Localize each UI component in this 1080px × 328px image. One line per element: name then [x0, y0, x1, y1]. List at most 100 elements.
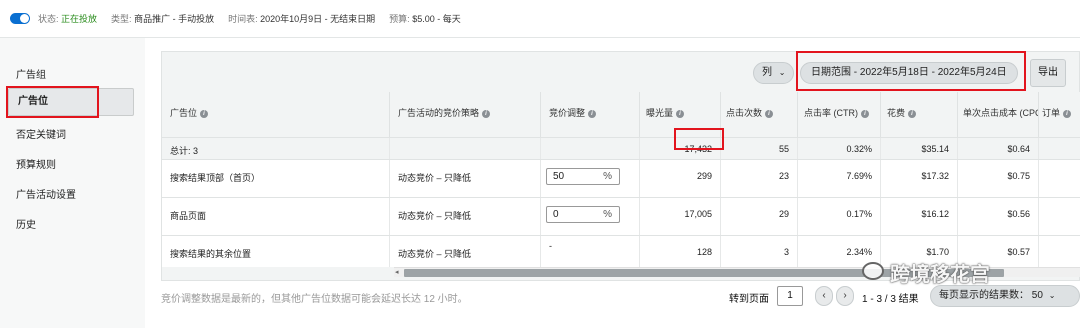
total-spend: $35.14 — [921, 144, 949, 154]
header-clicks-label: 点击次数 — [726, 108, 763, 118]
highlight-box-impressions — [674, 128, 724, 150]
chevron-right-icon: › — [843, 290, 847, 301]
info-icon: i — [200, 110, 209, 118]
highlight-box-date-range — [796, 51, 1026, 91]
campaign-toggle[interactable] — [10, 13, 30, 24]
strategy-cell: 动态竞价 – 只降低 — [390, 160, 541, 197]
impressions-value: 128 — [696, 247, 712, 257]
schedule-meta: 时间表: 2020年10月9日 - 无结束日期 — [228, 12, 375, 25]
chevron-down-icon: ⌄ — [1048, 291, 1056, 300]
bid-adjustment-cell: 0% — [541, 198, 640, 235]
header-cpc[interactable]: 单次点击成本 (CPC) — [958, 92, 1039, 137]
spend-value: $17.32 — [921, 171, 949, 181]
sidebar-item-ad-groups[interactable]: 广告组 — [16, 66, 46, 81]
schedule-key: 时间表: — [228, 14, 258, 24]
scroll-left-icon[interactable]: ◂ — [395, 268, 399, 276]
columns-button[interactable]: 列 ⌄ — [753, 62, 795, 84]
total-clicks-cell: 55 — [721, 138, 798, 159]
results-range: 1 - 3 / 3 结果 — [862, 294, 919, 305]
strategy-value: 动态竞价 – 只降低 — [398, 173, 472, 183]
header-bid-adjustment-label: 竞价调整 — [549, 108, 586, 118]
info-icon: i — [861, 110, 869, 118]
placement-cell: 商品页面 — [162, 198, 390, 235]
cpc-value: $0.57 — [1007, 247, 1030, 257]
table-row: 商品页面 动态竞价 – 只降低 0% 17,005 29 0.17% $16.1… — [162, 197, 1080, 235]
info-icon: i — [765, 110, 774, 118]
total-label-cell: 总计: 3 — [162, 138, 390, 159]
info-icon: i — [588, 110, 597, 118]
header-placement-label: 广告位 — [170, 108, 198, 118]
sidebar-item-budget-rules[interactable]: 预算规则 — [16, 156, 56, 171]
cpc-cell: $0.56 — [958, 198, 1039, 235]
goto-page-label: 转到页面 — [729, 294, 769, 305]
toggle-knob — [20, 14, 29, 23]
export-button[interactable]: 导出 — [1030, 59, 1066, 87]
header-bid-strategy[interactable]: 广告活动的竞价策略 i — [390, 92, 541, 137]
bid-adjustment-cell: - — [541, 236, 640, 267]
next-page-button[interactable]: › — [836, 286, 854, 306]
ctr-cell: 7.69% — [798, 160, 881, 197]
clicks-cell: 23 — [721, 160, 798, 197]
wechat-icon — [862, 262, 884, 280]
strategy-value: 动态竞价 – 只降低 — [398, 211, 472, 221]
status-meta: 状态: 正在投放 — [38, 12, 97, 25]
bid-adjustment-value: - — [549, 241, 552, 251]
spend-value: $16.12 — [921, 209, 949, 219]
schedule-value: 2020年10月9日 - 无结束日期 — [260, 14, 376, 24]
results-per-page-select[interactable]: 每页显示的结果数： 50 ⌄ — [930, 285, 1080, 307]
info-icon: i — [1063, 110, 1072, 118]
chevron-left-icon: ‹ — [822, 290, 826, 301]
ctr-cell: 0.17% — [798, 198, 881, 235]
clicks-value: 29 — [778, 209, 789, 219]
impressions-cell: 128 — [640, 236, 721, 267]
type-meta: 类型: 商品推广 - 手动投放 — [111, 12, 214, 25]
sidebar-item-history[interactable]: 历史 — [16, 216, 36, 231]
header-ctr[interactable]: 点击率 (CTR) i — [798, 92, 881, 137]
chevron-down-icon: ⌄ — [778, 68, 786, 77]
placement-cell: 搜索结果的其余位置 — [162, 236, 390, 267]
cpc-value: $0.56 — [1007, 209, 1030, 219]
total-clicks: 55 — [778, 144, 789, 154]
results-per-page-label: 每页显示的结果数： 50 — [939, 290, 1043, 301]
table-row: 搜索结果顶部（首页） 动态竞价 – 只降低 50% 299 23 7.69% $… — [162, 159, 1080, 197]
sidebar-item-campaign-settings[interactable]: 广告活动设置 — [16, 186, 76, 201]
total-bid-cell — [541, 138, 640, 159]
type-key: 类型: — [111, 14, 132, 24]
placement-name: 搜索结果顶部（首页） — [170, 173, 261, 183]
status-key: 状态: — [38, 14, 59, 24]
budget-value: $5.00 - 每天 — [412, 14, 461, 24]
header-spend-label: 花费 — [887, 108, 906, 118]
placement-cell: 搜索结果顶部（首页） — [162, 160, 390, 197]
strategy-value: 动态竞价 – 只降低 — [398, 249, 472, 259]
info-icon: i — [482, 110, 491, 118]
bid-adjustment-input[interactable]: 0% — [546, 206, 620, 223]
cpc-cell: $0.75 — [958, 160, 1039, 197]
campaign-status-bar: 状态: 正在投放 类型: 商品推广 - 手动投放 时间表: 2020年10月9日… — [0, 0, 1080, 38]
total-spend-cell: $35.14 — [881, 138, 958, 159]
header-spend[interactable]: 花费 i — [881, 92, 958, 137]
info-icon: i — [676, 110, 685, 118]
impressions-cell: 17,005 — [640, 198, 721, 235]
header-cpc-label: 单次点击成本 (CPC) — [963, 108, 1039, 118]
ctr-value: 0.17% — [846, 209, 872, 219]
total-ctr-cell: 0.32% — [798, 138, 881, 159]
ctr-value: 7.69% — [846, 171, 872, 181]
sidebar-item-negative-keywords[interactable]: 否定关键词 — [16, 126, 66, 141]
header-orders[interactable]: 订单 i — [1039, 92, 1080, 137]
bid-adjustment-input[interactable]: 50% — [546, 168, 620, 185]
type-value: 商品推广 - 手动投放 — [134, 14, 215, 24]
campaign-sidebar: 广告组 广告位 否定关键词 预算规则 广告活动设置 历史 — [0, 38, 145, 328]
header-ctr-label: 点击率 (CTR) — [804, 108, 858, 118]
header-clicks[interactable]: 点击次数 i — [721, 92, 798, 137]
prev-page-button[interactable]: ‹ — [815, 286, 833, 306]
bid-adjustment-value: 50 — [553, 171, 565, 182]
page-number-input[interactable]: 1 — [777, 286, 803, 306]
spend-cell: $17.32 — [881, 160, 958, 197]
watermark-text: 跨境移花宫 — [890, 264, 990, 286]
data-delay-note: 竞价调整数据是最新的，但其他广告位数据可能会延迟长达 12 小时。 — [161, 294, 468, 305]
header-bid-adjustment[interactable]: 竞价调整 i — [541, 92, 640, 137]
percent-unit: % — [603, 209, 612, 220]
header-placement[interactable]: 广告位 i — [162, 92, 390, 137]
budget-meta: 预算: $5.00 - 每天 — [389, 12, 461, 25]
spend-cell: $16.12 — [881, 198, 958, 235]
